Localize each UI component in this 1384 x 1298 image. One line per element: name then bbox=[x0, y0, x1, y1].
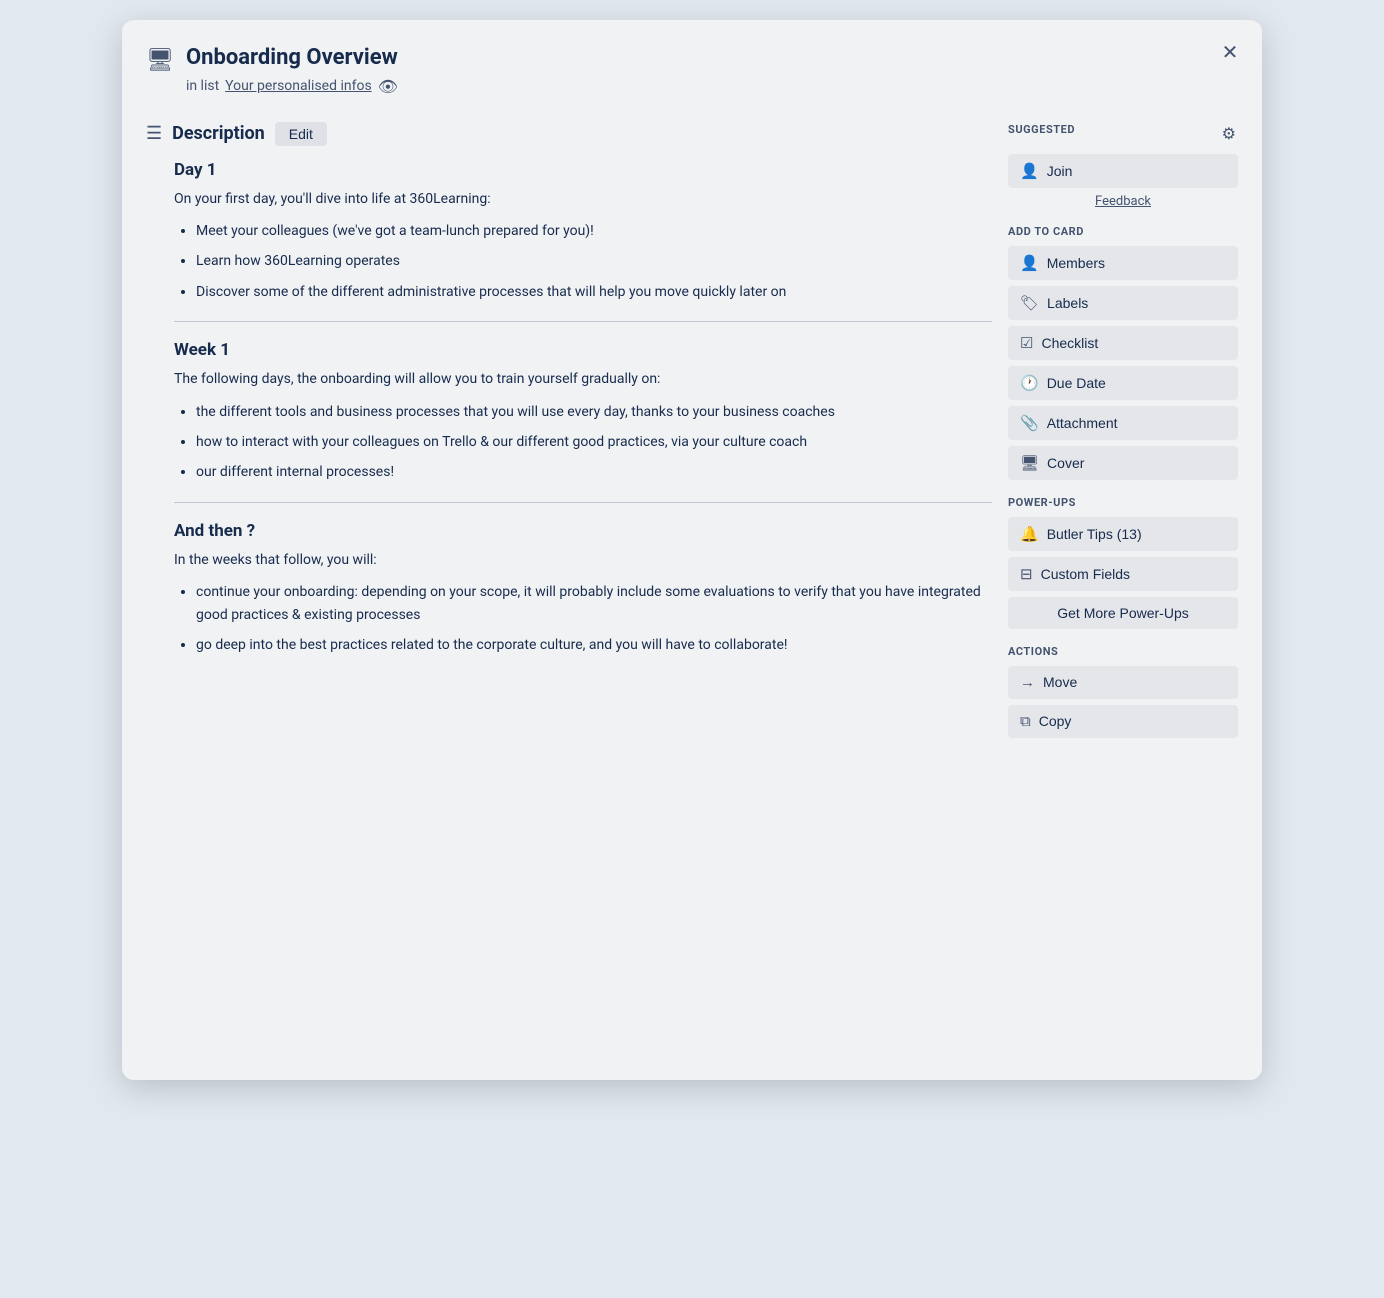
copy-icon: ⧉ bbox=[1020, 713, 1031, 730]
day1-heading: Day 1 bbox=[174, 160, 992, 180]
custom-fields-button[interactable]: ⊟ Custom Fields bbox=[1008, 557, 1238, 591]
day1-intro: On your first day, you'll dive into life… bbox=[174, 188, 992, 210]
list-item: go deep into the best practices related … bbox=[196, 634, 992, 656]
due-date-label: Due Date bbox=[1047, 375, 1106, 391]
andthen-bullets: continue your onboarding: depending on y… bbox=[174, 581, 992, 656]
due-date-button[interactable]: 🕐 Due Date bbox=[1008, 366, 1238, 400]
gear-button[interactable]: ⚙ bbox=[1220, 122, 1238, 146]
actions-label: ACTIONS bbox=[1008, 645, 1238, 658]
andthen-intro: In the weeks that follow, you will: bbox=[174, 549, 992, 571]
day1-bullets: Meet your colleagues (we've got a team-l… bbox=[174, 220, 992, 303]
list-item: Learn how 360Learning operates bbox=[196, 250, 992, 272]
watch-icon[interactable]: 👁 bbox=[378, 77, 398, 96]
week1-section: Week 1 The following days, the onboardin… bbox=[174, 340, 992, 484]
day1-section: Day 1 On your first day, you'll dive int… bbox=[174, 160, 992, 304]
content-area: ☰ Description Edit Day 1 On your first d… bbox=[146, 122, 992, 1056]
section-divider bbox=[174, 502, 992, 503]
butler-tips-button[interactable]: 🔔 Butler Tips (13) bbox=[1008, 517, 1238, 551]
main-layout: ☰ Description Edit Day 1 On your first d… bbox=[146, 122, 1238, 1056]
move-button[interactable]: → Move bbox=[1008, 666, 1238, 699]
list-item: our different internal processes! bbox=[196, 461, 992, 483]
list-item: the different tools and business process… bbox=[196, 401, 992, 423]
custom-fields-icon: ⊟ bbox=[1020, 565, 1033, 583]
join-label: Join bbox=[1047, 163, 1073, 179]
description-header: ☰ Description Edit bbox=[146, 122, 992, 146]
card-header: 🖥 Onboarding Overview in list Your perso… bbox=[146, 44, 1238, 96]
description-title: Description bbox=[172, 123, 265, 144]
card-modal: ✕ 🖥 Onboarding Overview in list Your per… bbox=[122, 20, 1262, 1080]
person-icon: 👤 bbox=[1020, 162, 1039, 180]
custom-fields-label: Custom Fields bbox=[1041, 566, 1130, 582]
week1-heading: Week 1 bbox=[174, 340, 992, 360]
cover-button[interactable]: 🖥 Cover bbox=[1008, 446, 1238, 480]
description-icon: ☰ bbox=[146, 123, 162, 144]
subtitle-prefix: in list bbox=[186, 78, 219, 94]
butler-icon: 🔔 bbox=[1020, 525, 1039, 543]
card-type-icon: 🖥 bbox=[146, 48, 174, 73]
list-item: continue your onboarding: depending on y… bbox=[196, 581, 992, 626]
edit-description-button[interactable]: Edit bbox=[275, 122, 327, 146]
description-content: Day 1 On your first day, you'll dive int… bbox=[146, 160, 992, 657]
header-content: Onboarding Overview in list Your persona… bbox=[186, 44, 398, 96]
attachment-label: Attachment bbox=[1047, 415, 1118, 431]
checklist-label: Checklist bbox=[1041, 335, 1098, 351]
close-button[interactable]: ✕ bbox=[1214, 36, 1246, 68]
add-to-card-label: ADD TO CARD bbox=[1008, 225, 1238, 238]
suggested-section-header: SUGGESTED ⚙ bbox=[1008, 122, 1238, 146]
power-ups-label: POWER-UPS bbox=[1008, 496, 1238, 509]
labels-icon: 🏷 bbox=[1020, 294, 1039, 312]
list-name-link[interactable]: Your personalised infos bbox=[225, 78, 372, 94]
week1-intro: The following days, the onboarding will … bbox=[174, 368, 992, 390]
card-title: Onboarding Overview bbox=[186, 44, 398, 73]
list-item: Discover some of the different administr… bbox=[196, 281, 992, 303]
list-item: how to interact with your colleagues on … bbox=[196, 431, 992, 453]
copy-button[interactable]: ⧉ Copy bbox=[1008, 705, 1238, 738]
list-item: Meet your colleagues (we've got a team-l… bbox=[196, 220, 992, 242]
members-icon: 👤 bbox=[1020, 254, 1039, 272]
attachment-button[interactable]: 📎 Attachment bbox=[1008, 406, 1238, 440]
butler-tips-label: Butler Tips (13) bbox=[1047, 526, 1142, 542]
checklist-icon: ☑ bbox=[1020, 334, 1033, 352]
move-arrow-icon: → bbox=[1020, 674, 1035, 691]
attachment-icon: 📎 bbox=[1020, 414, 1039, 432]
week1-bullets: the different tools and business process… bbox=[174, 401, 992, 484]
section-divider bbox=[174, 321, 992, 322]
copy-label: Copy bbox=[1039, 713, 1072, 729]
suggested-label: SUGGESTED bbox=[1008, 123, 1075, 136]
feedback-link[interactable]: Feedback bbox=[1008, 194, 1238, 209]
move-label: Move bbox=[1043, 674, 1077, 690]
checklist-button[interactable]: ☑ Checklist bbox=[1008, 326, 1238, 360]
card-subtitle: in list Your personalised infos 👁 bbox=[186, 77, 398, 96]
labels-label: Labels bbox=[1047, 295, 1088, 311]
clock-icon: 🕐 bbox=[1020, 374, 1039, 392]
members-label: Members bbox=[1047, 255, 1105, 271]
andthen-section: And then ? In the weeks that follow, you… bbox=[174, 521, 992, 657]
get-more-power-ups-button[interactable]: Get More Power-Ups bbox=[1008, 597, 1238, 629]
members-button[interactable]: 👤 Members bbox=[1008, 246, 1238, 280]
join-button[interactable]: 👤 Join bbox=[1008, 154, 1238, 188]
andthen-heading: And then ? bbox=[174, 521, 992, 541]
cover-icon: 🖥 bbox=[1020, 454, 1039, 472]
cover-label: Cover bbox=[1047, 455, 1084, 471]
labels-button[interactable]: 🏷 Labels bbox=[1008, 286, 1238, 320]
sidebar: SUGGESTED ⚙ 👤 Join Feedback ADD TO CARD … bbox=[1008, 122, 1238, 1056]
